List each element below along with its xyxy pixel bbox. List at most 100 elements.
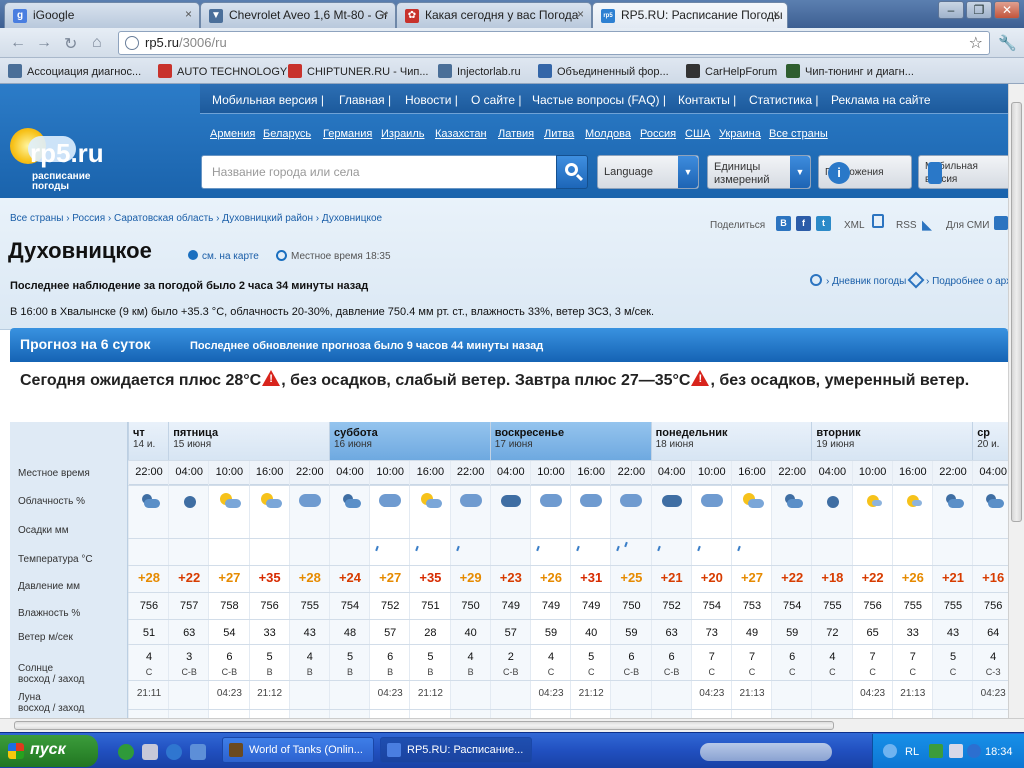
weather-icon bbox=[862, 492, 884, 510]
bookmark-item[interactable]: CHIPTUNER.RU - Чип... bbox=[288, 64, 429, 78]
scroll-thumb[interactable] bbox=[1011, 102, 1022, 522]
address-bar[interactable]: rp5.ru/3006/ru ☆ bbox=[118, 31, 990, 55]
xml-link[interactable]: XML bbox=[844, 220, 865, 231]
facebook-icon[interactable]: f bbox=[796, 216, 811, 231]
nav-link[interactable]: Частые вопросы (FAQ) | bbox=[532, 93, 666, 107]
label-temp: Температура °С bbox=[18, 554, 93, 565]
search-button[interactable] bbox=[556, 155, 588, 189]
language-indicator[interactable]: RL bbox=[905, 746, 919, 758]
nav-link[interactable]: Мобильная версия | bbox=[212, 93, 324, 107]
browser-tab[interactable]: ✿ Какая сегодня у вас Погода × bbox=[396, 2, 592, 28]
weather-diary-link[interactable]: › Дневник погоды bbox=[810, 274, 906, 287]
nav-link[interactable]: Контакты | bbox=[678, 93, 736, 107]
back-icon[interactable]: ← bbox=[10, 34, 26, 52]
google-icon: g bbox=[13, 9, 27, 23]
breadcrumb[interactable]: Все страны › Россия › Саратовская област… bbox=[10, 213, 382, 224]
language-select[interactable]: Language ▼ bbox=[597, 155, 699, 189]
show-desktop-icon[interactable] bbox=[190, 744, 206, 760]
country-link[interactable]: Молдова bbox=[585, 128, 631, 140]
shield-icon[interactable] bbox=[967, 744, 981, 758]
country-link[interactable]: Германия bbox=[323, 128, 372, 140]
nav-link[interactable]: Реклама на сайте bbox=[831, 93, 931, 107]
wind-direction-value: С bbox=[788, 667, 796, 677]
city-search-input[interactable]: Название города или села bbox=[201, 155, 557, 189]
network-icon[interactable] bbox=[929, 744, 943, 758]
country-link[interactable]: США bbox=[685, 128, 710, 140]
utorrent-icon[interactable] bbox=[118, 744, 134, 760]
ie-icon[interactable] bbox=[166, 744, 182, 760]
media-link[interactable]: Для СМИ bbox=[946, 220, 989, 231]
country-link[interactable]: Казахстан bbox=[435, 128, 487, 140]
browser-tab[interactable]: ▼ Chevrolet Aveo 1,6 Mt-80 - Gr × bbox=[200, 2, 396, 28]
nav-link[interactable]: Статистика | bbox=[749, 93, 818, 107]
close-tab-icon[interactable]: × bbox=[773, 7, 780, 21]
page-info-icon[interactable] bbox=[125, 36, 139, 50]
tray-arrow-icon[interactable] bbox=[883, 744, 897, 758]
forward-icon[interactable]: → bbox=[36, 34, 52, 52]
close-tab-icon[interactable]: × bbox=[577, 7, 584, 21]
start-button[interactable]: пуск bbox=[0, 735, 98, 767]
humidity-value: 33 bbox=[906, 627, 919, 639]
taskbar-task[interactable]: World of Tanks (Onlin... bbox=[222, 737, 374, 763]
wind-direction-value: С bbox=[748, 667, 756, 677]
label-moon2: восход / заход bbox=[18, 703, 85, 714]
taskbar-task[interactable]: RP5.RU: Расписание... bbox=[380, 737, 532, 763]
country-link[interactable]: Все страны bbox=[769, 128, 828, 140]
apps-button[interactable]: Приложения i bbox=[818, 155, 912, 189]
units-label1: Единицы bbox=[714, 161, 761, 173]
country-link[interactable]: Беларусь bbox=[263, 128, 311, 140]
bookmark-star-icon[interactable]: ☆ bbox=[969, 33, 983, 53]
main-navigation: Мобильная версия | Главная | Новости | О са… bbox=[200, 84, 1008, 114]
country-link[interactable]: Израиль bbox=[381, 128, 424, 140]
minimize-button[interactable]: – bbox=[938, 1, 964, 19]
country-link[interactable]: Латвия bbox=[498, 128, 534, 140]
units-select[interactable]: Единицы измерений ▼ bbox=[707, 155, 811, 189]
archive-link[interactable]: › Подробнее о архиве bbox=[907, 271, 1008, 289]
twitter-icon[interactable]: t bbox=[816, 216, 831, 231]
wrench-menu-icon[interactable]: 🔧 bbox=[998, 34, 1017, 52]
bookmark-item[interactable]: Ассоциация диагнос... bbox=[8, 64, 141, 78]
close-tab-icon[interactable]: × bbox=[381, 7, 388, 21]
floppy-icon[interactable] bbox=[142, 744, 158, 760]
browser-tab[interactable]: rp5 RP5.RU: Расписание Погоды × bbox=[592, 2, 788, 28]
bookmark-item[interactable]: Injectorlab.ru bbox=[438, 64, 521, 78]
nav-link[interactable]: О сайте | bbox=[471, 93, 522, 107]
horizontal-scrollbar[interactable] bbox=[0, 718, 1024, 732]
reload-icon[interactable]: ↻ bbox=[64, 34, 77, 54]
vk-icon[interactable]: В bbox=[776, 216, 791, 231]
home-icon[interactable]: ⌂ bbox=[92, 34, 102, 52]
rss-link[interactable]: RSS bbox=[896, 220, 917, 231]
warning-icon[interactable] bbox=[262, 370, 281, 386]
country-link[interactable]: Украина bbox=[719, 128, 761, 140]
media-icon[interactable] bbox=[994, 216, 1008, 230]
media-controls[interactable] bbox=[700, 743, 832, 761]
widget-icon[interactable] bbox=[872, 214, 884, 228]
country-link[interactable]: Литва bbox=[544, 128, 574, 140]
nav-link[interactable]: Главная | bbox=[339, 93, 391, 107]
browser-tab[interactable]: g iGoogle × bbox=[4, 2, 200, 28]
rss-icon[interactable]: ◣ bbox=[922, 217, 932, 233]
close-tab-icon[interactable]: × bbox=[185, 7, 192, 21]
day-name: чт bbox=[133, 427, 145, 439]
vertical-scrollbar[interactable] bbox=[1008, 84, 1024, 718]
mobile-version-button[interactable]: Мобильнаяверсия bbox=[918, 155, 1008, 189]
phone-icon bbox=[928, 162, 942, 184]
country-link[interactable]: Россия bbox=[640, 128, 676, 140]
bookmark-item[interactable]: Объединенный фор... bbox=[538, 64, 669, 78]
bookmark-item[interactable]: CarHelpForum bbox=[686, 64, 777, 78]
country-link[interactable]: Армения bbox=[210, 128, 255, 140]
maximize-button[interactable]: ❐ bbox=[966, 1, 992, 19]
warning-icon[interactable] bbox=[691, 370, 710, 386]
bookmark-item[interactable]: Чип-тюнинг и диагн... bbox=[786, 64, 914, 78]
taskbar-clock[interactable]: 18:34 bbox=[985, 746, 1013, 758]
forecast-time: 22:00 bbox=[611, 460, 652, 485]
scroll-thumb[interactable] bbox=[14, 721, 834, 730]
rp5-logo[interactable]: rp5.ru расписание погоды bbox=[8, 122, 168, 192]
forecast-time: 22:00 bbox=[450, 460, 491, 485]
temperature-value: +27 bbox=[218, 570, 241, 585]
monitor-icon[interactable] bbox=[949, 744, 963, 758]
map-link[interactable]: см. на карте bbox=[188, 250, 259, 262]
bookmark-item[interactable]: AUTO TECHNOLOGY bbox=[158, 64, 287, 78]
nav-link[interactable]: Новости | bbox=[405, 93, 458, 107]
close-window-button[interactable]: ✕ bbox=[994, 1, 1020, 19]
